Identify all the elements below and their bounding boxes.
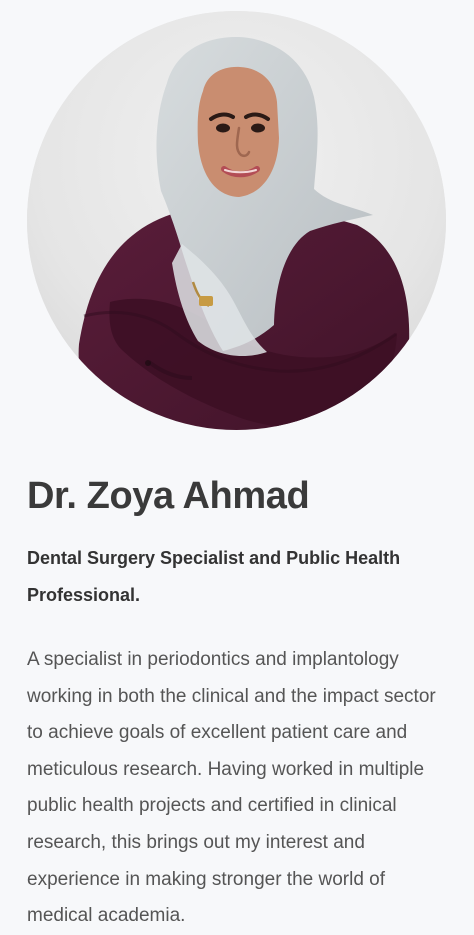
profile-photo [27, 11, 446, 430]
profile-title: Dental Surgery Specialist and Public Hea… [27, 548, 401, 605]
profile-bio: A specialist in periodontics and implant… [27, 649, 436, 927]
profile-card: Dr. Zoya Ahmad Dental Surgery Specialist… [0, 0, 474, 933]
profile-name: Dr. Zoya Ahmad [27, 475, 310, 517]
portrait-illustration [27, 11, 446, 430]
